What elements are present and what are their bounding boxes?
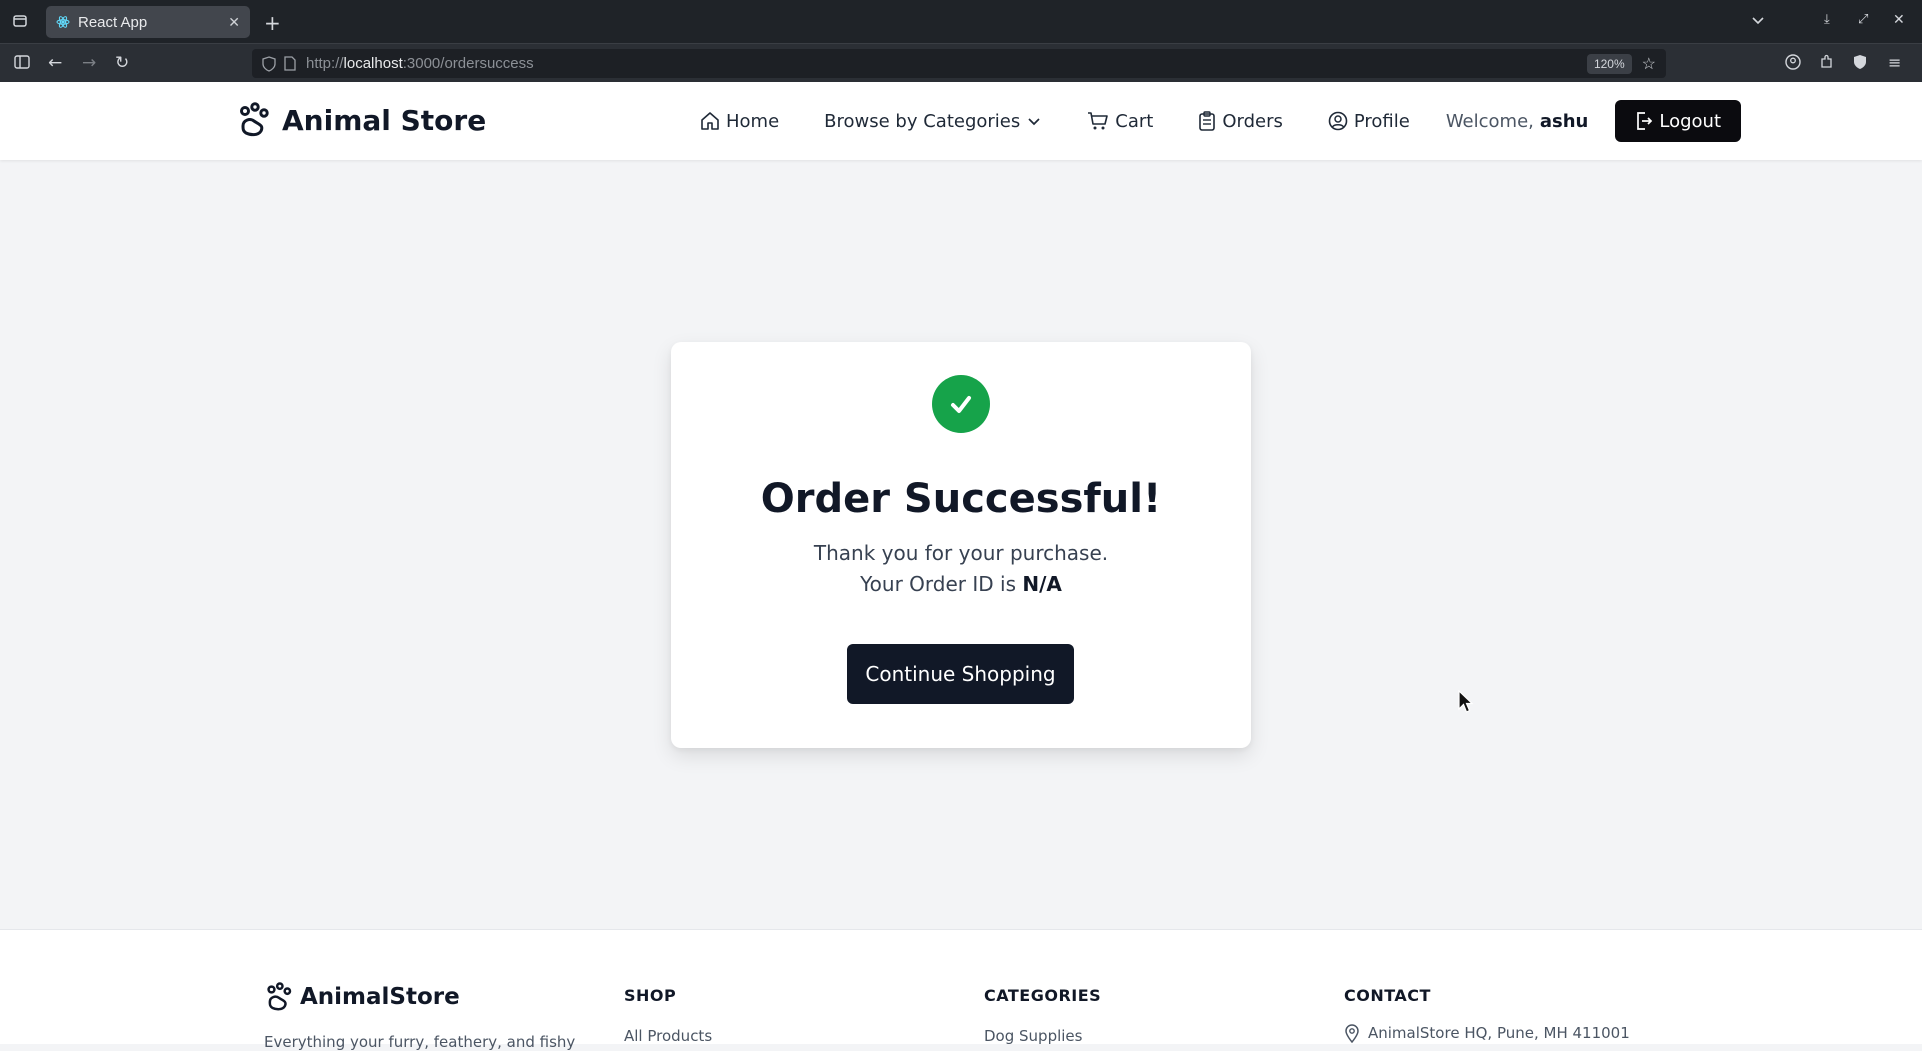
cart-icon bbox=[1088, 112, 1109, 130]
site-footer: AnimalStore Everything your furry, feath… bbox=[0, 929, 1922, 1051]
tab-title: React App bbox=[78, 13, 148, 31]
react-favicon-icon bbox=[56, 16, 70, 28]
footer-contact-heading: CONTACT bbox=[1344, 986, 1431, 1005]
nav-profile[interactable]: Profile bbox=[1328, 111, 1410, 132]
paw-icon bbox=[267, 982, 292, 1011]
zoom-level-badge[interactable]: 120% bbox=[1586, 53, 1632, 74]
url-scheme: http:// bbox=[306, 55, 344, 72]
window-close-icon[interactable]: ✕ bbox=[1893, 12, 1905, 28]
tab-list-icon[interactable] bbox=[12, 13, 28, 29]
order-id-value: N/A bbox=[1022, 572, 1062, 596]
footer-logo[interactable]: AnimalStore bbox=[264, 982, 460, 1012]
minimize-icon[interactable]: ⤓ bbox=[1824, 12, 1830, 27]
site-header: Animal Store Home Browse by Categories C… bbox=[0, 82, 1922, 160]
footer-shop-column: SHOP All Products bbox=[624, 986, 712, 1045]
nav-categories-label: Browse by Categories bbox=[824, 110, 1021, 132]
footer-shop-heading: SHOP bbox=[624, 986, 677, 1005]
success-title: Order Successful! bbox=[760, 476, 1162, 522]
logout-label: Logout bbox=[1659, 110, 1722, 132]
nav-categories-dropdown[interactable]: Browse by Categories bbox=[824, 111, 1042, 132]
welcome-label: Welcome, bbox=[1445, 110, 1534, 132]
restore-icon[interactable]: ⤢ bbox=[1858, 12, 1868, 27]
account-icon[interactable] bbox=[1785, 54, 1801, 70]
page-icon bbox=[284, 56, 296, 71]
home-icon bbox=[701, 112, 719, 130]
success-check-icon bbox=[932, 375, 990, 433]
back-arrow-icon[interactable]: ← bbox=[48, 53, 62, 73]
browser-tab-active[interactable]: React App ✕ bbox=[46, 6, 250, 38]
footer-tagline: Everything your furry, feathery, and fis… bbox=[264, 1033, 576, 1051]
paw-icon bbox=[240, 102, 269, 137]
footer-contact-column: CONTACT AnimalStore HQ, Pune, MH 411001 bbox=[1344, 986, 1630, 1043]
clipboard-icon bbox=[1199, 111, 1216, 131]
main-nav: Home Browse by Categories Cart Orders Pr… bbox=[700, 100, 1742, 142]
order-id-line: Your Order ID is N/A bbox=[671, 572, 1251, 596]
menu-hamburger-icon[interactable]: ≡ bbox=[1888, 53, 1901, 72]
url-host: localhost bbox=[343, 55, 403, 72]
nav-home[interactable]: Home bbox=[700, 111, 779, 132]
username: ashu bbox=[1539, 110, 1589, 132]
brand-name: Animal Store bbox=[282, 103, 487, 137]
footer-link-all-products[interactable]: All Products bbox=[624, 1027, 712, 1045]
browser-tab-bar: React App ✕ + ⤓ ⤢ ✕ bbox=[0, 0, 1922, 43]
reload-icon[interactable]: ↻ bbox=[115, 53, 129, 73]
nav-orders-label: Orders bbox=[1222, 110, 1283, 132]
footer-brand-name: AnimalStore bbox=[300, 984, 460, 1010]
thank-you-text: Thank you for your purchase. bbox=[813, 541, 1109, 565]
footer-link-dog-supplies[interactable]: Dog Supplies bbox=[984, 1027, 1101, 1045]
privacy-shield-icon[interactable] bbox=[1853, 54, 1867, 70]
tab-overflow-chevron-icon[interactable] bbox=[1750, 12, 1766, 28]
forward-arrow-icon[interactable]: → bbox=[82, 53, 96, 73]
user-circle-icon bbox=[1328, 111, 1348, 131]
shield-icon bbox=[262, 55, 276, 72]
nav-cart[interactable]: Cart bbox=[1087, 111, 1153, 132]
browser-nav-bar: ← → ↻ http://localhost:3000/ordersuccess… bbox=[0, 43, 1922, 82]
footer-categories-column: CATEGORIES Dog Supplies bbox=[984, 986, 1101, 1045]
order-id-label: Your Order ID is bbox=[860, 572, 1016, 596]
footer-address-text: AnimalStore HQ, Pune, MH 411001 bbox=[1368, 1024, 1630, 1042]
nav-orders[interactable]: Orders bbox=[1198, 111, 1283, 132]
nav-home-label: Home bbox=[726, 110, 780, 132]
nav-cart-label: Cart bbox=[1115, 110, 1154, 132]
address-bar[interactable]: http://localhost:3000/ordersuccess 120% … bbox=[252, 49, 1666, 78]
nav-profile-label: Profile bbox=[1353, 110, 1410, 132]
chevron-down-icon bbox=[1028, 118, 1040, 126]
map-pin-icon bbox=[1345, 1024, 1359, 1043]
footer-categories-heading: CATEGORIES bbox=[984, 986, 1102, 1005]
url-path: :3000/ordersuccess bbox=[402, 55, 534, 72]
sidebar-toggle-icon[interactable] bbox=[14, 55, 30, 69]
logout-icon bbox=[1637, 112, 1653, 130]
extensions-icon[interactable] bbox=[1819, 54, 1835, 70]
tab-close-icon[interactable]: ✕ bbox=[228, 14, 240, 31]
continue-shopping-button[interactable]: Continue Shopping bbox=[847, 644, 1074, 704]
welcome-message: Welcome, ashu bbox=[1446, 111, 1589, 132]
order-success-card: Order Successful! Thank you for your pur… bbox=[671, 342, 1251, 748]
site-logo[interactable]: Animal Store bbox=[236, 102, 486, 138]
footer-address: AnimalStore HQ, Pune, MH 411001 bbox=[1344, 1023, 1630, 1043]
logout-button[interactable]: Logout bbox=[1615, 100, 1742, 142]
new-tab-icon[interactable]: + bbox=[264, 11, 281, 35]
bookmark-star-icon[interactable]: ☆ bbox=[1642, 54, 1656, 74]
mouse-cursor-icon bbox=[1458, 690, 1474, 713]
